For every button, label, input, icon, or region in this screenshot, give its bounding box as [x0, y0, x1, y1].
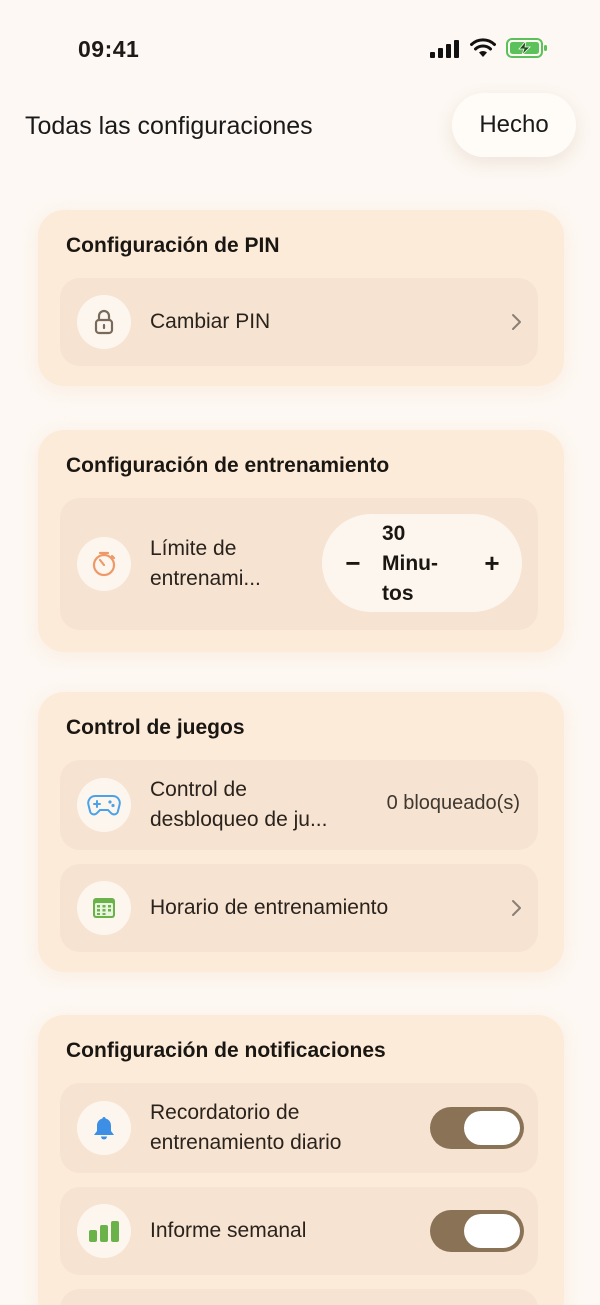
- status-bar: 09:41: [0, 0, 600, 90]
- training-limit-value: 30 Minu- tos: [382, 519, 462, 609]
- decrease-button[interactable]: −: [336, 546, 370, 580]
- timer-icon: [77, 537, 131, 591]
- change-pin-row[interactable]: Cambiar PIN: [60, 278, 538, 366]
- bar-chart-icon: [77, 1204, 131, 1258]
- battery-charging-icon: [506, 38, 547, 58]
- section-title: Configuración de notificaciones: [66, 1039, 386, 1062]
- pin-settings-card: Configuración de PIN Cambiar PIN: [38, 210, 564, 386]
- daily-reminder-row: Recordatorio de entrenamiento diario: [60, 1083, 538, 1173]
- daily-reminder-label-line1: Recordatorio de: [150, 1101, 300, 1124]
- status-time: 09:41: [78, 36, 140, 62]
- notification-settings-card: Configuración de notificaciones Recordat…: [38, 1015, 564, 1305]
- daily-reminder-toggle[interactable]: [430, 1107, 524, 1149]
- bell-icon: [77, 1101, 131, 1155]
- training-limit-label-line1: Límite de: [150, 537, 237, 560]
- increase-button[interactable]: +: [475, 546, 509, 580]
- section-title: Configuración de entrenamiento: [66, 454, 390, 477]
- training-limit-row: Límite de entrenami... − 30 Minu- tos +: [60, 498, 538, 630]
- chevron-right-icon: [512, 314, 521, 330]
- lock-icon: [77, 295, 131, 349]
- weekly-report-label: Informe semanal: [150, 1219, 307, 1242]
- training-limit-value-unit-line1: Minu-: [382, 552, 438, 575]
- done-button[interactable]: Hecho: [452, 93, 576, 157]
- unlock-control-row[interactable]: Control de desbloqueo de ju... 0 bloquea…: [60, 760, 538, 850]
- chevron-right-icon: [512, 900, 521, 916]
- daily-reminder-label-line2: entrenamiento diario: [150, 1131, 342, 1154]
- training-limit-value-unit-line2: tos: [382, 582, 414, 605]
- training-limit-stepper: − 30 Minu- tos +: [322, 514, 522, 612]
- weekly-report-toggle[interactable]: [430, 1210, 524, 1252]
- weekly-report-row: Informe semanal: [60, 1187, 538, 1275]
- training-limit-label-line2: entrenami...: [150, 567, 261, 590]
- game-control-card: Control de juegos Control de desbloqueo …: [38, 692, 564, 972]
- gamepad-icon: [77, 778, 131, 832]
- settings-screen: 09:41 Todas las configuraciones Hecho Co…: [0, 0, 600, 1305]
- page-title: Todas las configuraciones: [25, 112, 313, 140]
- training-limit-value-number: 30: [382, 522, 406, 545]
- cellular-signal-icon: [430, 40, 459, 58]
- training-settings-card: Configuración de entrenamiento Límite de…: [38, 430, 564, 652]
- toggle-knob: [464, 1214, 520, 1248]
- section-title: Configuración de PIN: [66, 234, 280, 257]
- next-setting-row[interactable]: [60, 1289, 538, 1305]
- unlock-control-label-line2: desbloqueo de ju...: [150, 808, 328, 831]
- change-pin-label: Cambiar PIN: [150, 310, 271, 333]
- training-schedule-label: Horario de entrenamiento: [150, 896, 389, 919]
- blocked-count: 0 bloqueado(s): [386, 792, 520, 814]
- wifi-icon: [470, 38, 496, 57]
- toggle-knob: [464, 1111, 520, 1145]
- section-title: Control de juegos: [66, 716, 245, 739]
- calendar-icon: [77, 881, 131, 935]
- unlock-control-label-line1: Control de: [150, 778, 247, 801]
- training-schedule-row[interactable]: Horario de entrenamiento: [60, 864, 538, 952]
